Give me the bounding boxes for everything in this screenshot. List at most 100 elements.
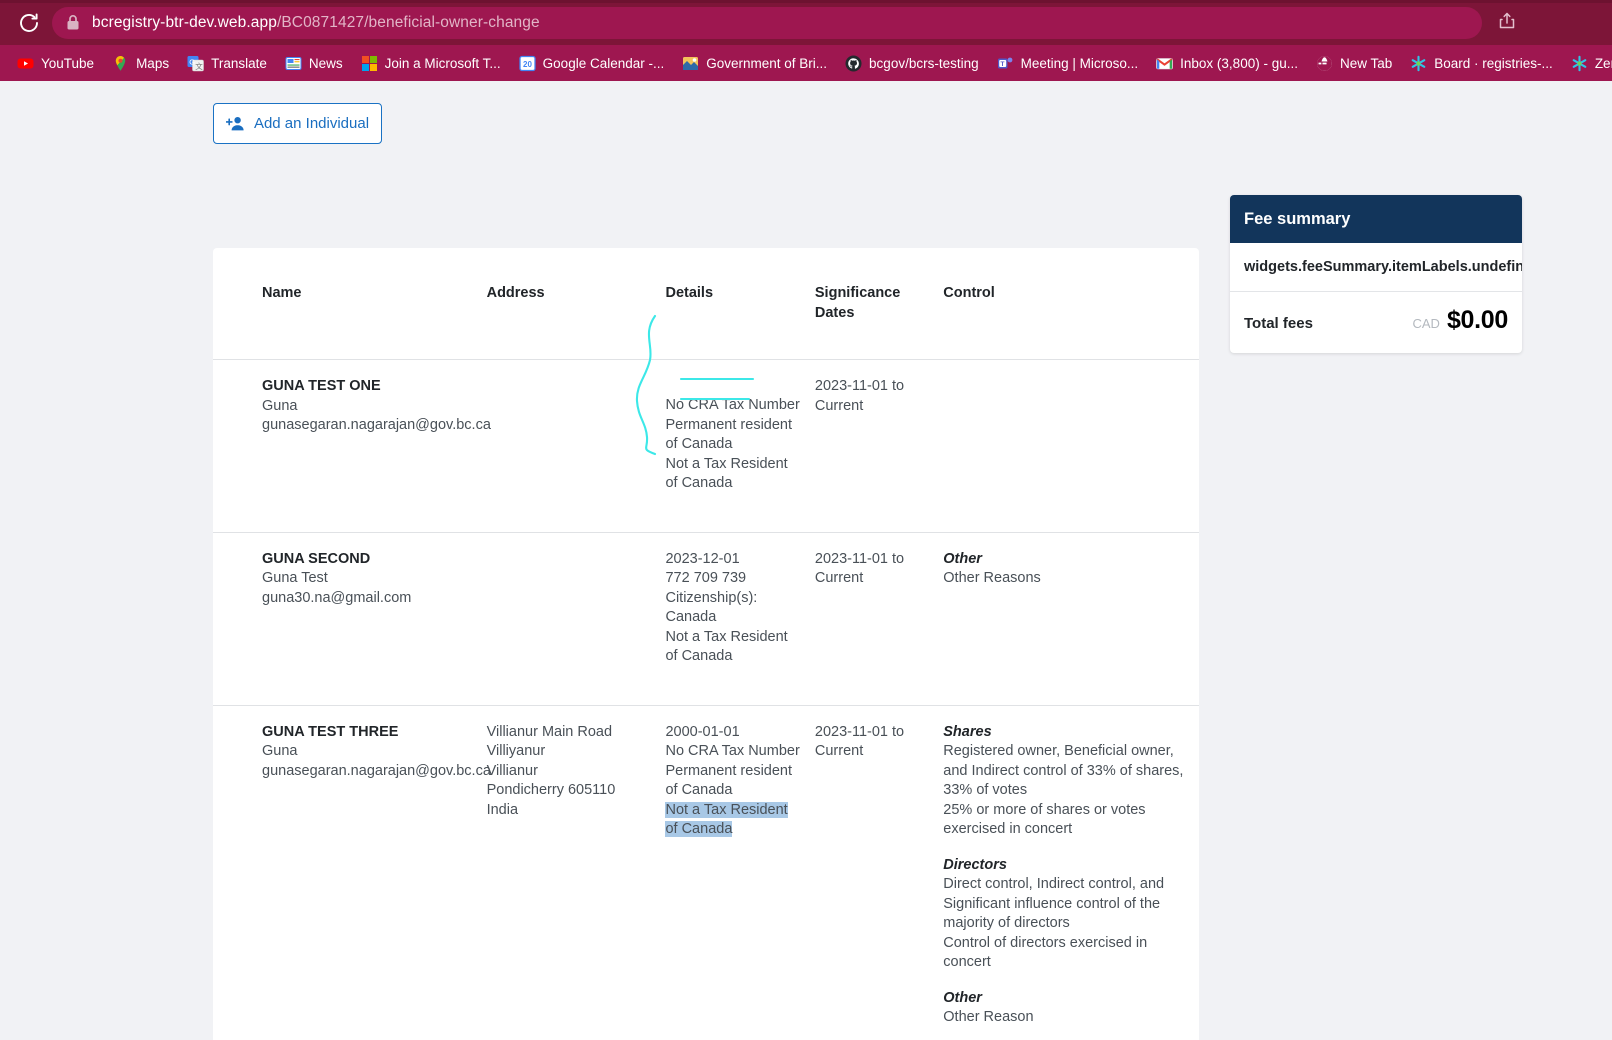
- control-heading: Other: [943, 989, 982, 1006]
- table-header-row: Name Address Details Significance Dates …: [213, 248, 1199, 360]
- cell-significance-dates: 2023-11-01 to Current: [814, 704, 944, 1040]
- control-block: Other Other Reason: [943, 989, 1187, 1028]
- gmail-icon: [1156, 55, 1173, 72]
- bookmark-teams-meeting[interactable]: T Meeting | Microso...: [988, 49, 1148, 77]
- cell-name: GUNA TEST ONE Guna gunasegaran.nagarajan…: [213, 359, 491, 532]
- person-email: guna30.na@gmail.com: [262, 589, 412, 606]
- bookmark-label: Translate: [211, 55, 267, 71]
- omnibox[interactable]: bcregistry-btr-dev.web.app/BC0871427/ben…: [52, 6, 1482, 39]
- bookmark-news[interactable]: News: [276, 49, 352, 77]
- bookmark-label: Google Calendar -...: [542, 55, 665, 71]
- fee-currency-label: CAD: [1412, 316, 1440, 331]
- page-content: Add an Individual Name Address Details S…: [0, 81, 1612, 1040]
- cell-significance-dates: 2023-11-01 to Current: [814, 531, 944, 705]
- fee-total-value: $0.00: [1446, 306, 1508, 334]
- bookmark-github-bcrs-testing[interactable]: bcgov/bcrs-testing: [836, 49, 988, 77]
- cell-control: [943, 359, 1199, 532]
- person-name: GUNA SECOND: [262, 550, 371, 567]
- column-header-address: Address: [486, 285, 545, 301]
- control-heading: Shares: [943, 723, 992, 740]
- cell-significance-dates: 2023-11-01 to Current: [814, 359, 944, 532]
- bookmark-label: ZenHub Workspac: [1594, 55, 1612, 71]
- table-row[interactable]: GUNA TEST ONE Guna gunasegaran.nagarajan…: [213, 359, 1199, 532]
- url-path: /BC0871427/beneficial-owner-change: [276, 13, 540, 31]
- bookmarks-bar: YouTube Maps G文 Translate News Join a Mi…: [0, 45, 1612, 81]
- svg-text:文: 文: [195, 61, 203, 71]
- fee-item-label: widgets.feeSummary.itemLabels.undefined: [1244, 259, 1522, 275]
- bookmark-label: Maps: [136, 55, 170, 71]
- column-header-control: Control: [943, 285, 995, 301]
- cell-control: Shares Registered owner, Beneficial owne…: [943, 704, 1199, 1040]
- fee-summary-title: Fee summary: [1244, 209, 1351, 228]
- control-body: Direct control, Indirect control, and Si…: [943, 876, 1165, 970]
- beneficial-owners-table: Name Address Details Significance Dates …: [213, 248, 1199, 1040]
- control-heading: Other: [943, 550, 982, 567]
- bookmark-gmail-inbox[interactable]: Inbox (3,800) - gu...: [1147, 49, 1307, 77]
- bookmark-label: Meeting | Microso...: [1020, 55, 1139, 71]
- table-row[interactable]: GUNA TEST THREE Guna gunasegaran.nagaraj…: [213, 704, 1199, 1040]
- add-individual-label: Add an Individual: [253, 115, 370, 132]
- google-maps-icon: [112, 55, 129, 72]
- cell-name: GUNA SECOND Guna Test guna30.na@gmail.co…: [213, 531, 487, 705]
- bookmark-microsoft-teams-join[interactable]: Join a Microsoft T...: [352, 49, 510, 77]
- person-subname: Guna: [262, 743, 298, 759]
- github-icon: [845, 55, 862, 72]
- column-header-significance-dates: Significance Dates: [814, 285, 901, 321]
- svg-text:20: 20: [523, 60, 532, 69]
- url-domain: bcregistry-btr-dev.web.app: [92, 13, 277, 31]
- cell-address: Villianur Main Road Villiyanur Villianur…: [486, 704, 666, 1040]
- lock-icon: [66, 14, 80, 31]
- bookmark-new-tab[interactable]: New Tab: [1307, 49, 1401, 77]
- cell-address: [486, 359, 666, 532]
- share-icon[interactable]: [1496, 10, 1522, 36]
- fee-item-row: widgets.feeSummary.itemLabels.undefined: [1230, 243, 1522, 292]
- details-selected-text[interactable]: Not a Tax Resident of Canada: [665, 801, 788, 837]
- bookmark-maps[interactable]: Maps: [103, 49, 178, 77]
- control-body: Other Reason: [943, 1009, 1034, 1025]
- cell-name: GUNA TEST THREE Guna gunasegaran.nagaraj…: [213, 704, 491, 1040]
- microsoft-icon: [361, 55, 378, 72]
- cell-address: [486, 531, 666, 705]
- person-name: GUNA TEST ONE: [262, 378, 381, 394]
- table-row[interactable]: GUNA SECOND Guna Test guna30.na@gmail.co…: [213, 531, 1199, 705]
- google-news-icon: [285, 55, 302, 72]
- table-header: Name Address Details Significance Dates …: [213, 248, 1199, 360]
- cell-details: 2023-12-01 772 709 739 Citizenship(s): C…: [665, 531, 815, 705]
- table-body: GUNA TEST ONE Guna gunasegaran.nagarajan…: [213, 359, 1199, 1040]
- bookmark-label: Government of Bri...: [706, 55, 828, 71]
- bookmark-label: New Tab: [1339, 55, 1393, 71]
- person-email: gunasegaran.nagarajan@gov.bc.ca: [262, 762, 491, 779]
- bookmark-zenhub-board[interactable]: Board · registries-...: [1401, 49, 1562, 77]
- bookmark-zenhub-workspace[interactable]: ZenHub Workspac: [1562, 49, 1612, 77]
- reload-icon[interactable]: [16, 10, 42, 36]
- zenhub-icon: [1410, 55, 1427, 72]
- omnibox-url-text: bcregistry-btr-dev.web.app/BC0871427/ben…: [92, 14, 540, 32]
- person-subname: Guna Test: [262, 570, 328, 586]
- fee-total-amount-group: CAD $0.00: [1412, 306, 1508, 335]
- control-heading: Directors: [943, 856, 1007, 873]
- bookmark-label: YouTube: [41, 55, 95, 71]
- zenhub-icon: [1571, 55, 1588, 72]
- bookmark-google-calendar[interactable]: 20 Google Calendar -...: [510, 49, 674, 77]
- bc-government-icon: [682, 55, 699, 72]
- details-text: 2000-01-01 No CRA Tax Number Permanent r…: [665, 723, 800, 799]
- bookmark-youtube[interactable]: YouTube: [8, 49, 103, 77]
- column-header-details: Details: [665, 285, 714, 301]
- svg-text:T: T: [1000, 60, 1004, 67]
- column-header-name: Name: [262, 285, 302, 301]
- add-individual-button[interactable]: Add an Individual: [213, 103, 382, 144]
- control-body: Other Reasons: [943, 570, 1041, 586]
- fee-summary-panel: Fee summary widgets.feeSummary.itemLabel…: [1230, 195, 1522, 353]
- fee-total-label: Total fees: [1244, 315, 1313, 332]
- youtube-icon: [17, 55, 34, 72]
- person-email: gunasegaran.nagarajan@gov.bc.ca: [262, 417, 491, 433]
- person-name: GUNA TEST THREE: [262, 723, 399, 740]
- google-calendar-icon: 20: [519, 55, 536, 72]
- add-person-icon: [225, 114, 246, 134]
- beneficial-owners-card: Name Address Details Significance Dates …: [213, 248, 1199, 1040]
- bookmark-translate[interactable]: G文 Translate: [178, 49, 276, 77]
- bookmark-government-of-bc[interactable]: Government of Bri...: [673, 49, 836, 77]
- omnibox-row: bcregistry-btr-dev.web.app/BC0871427/ben…: [0, 0, 1612, 45]
- cell-details: No CRA Tax Number Permanent resident of …: [665, 359, 815, 532]
- person-subname: Guna: [262, 397, 298, 414]
